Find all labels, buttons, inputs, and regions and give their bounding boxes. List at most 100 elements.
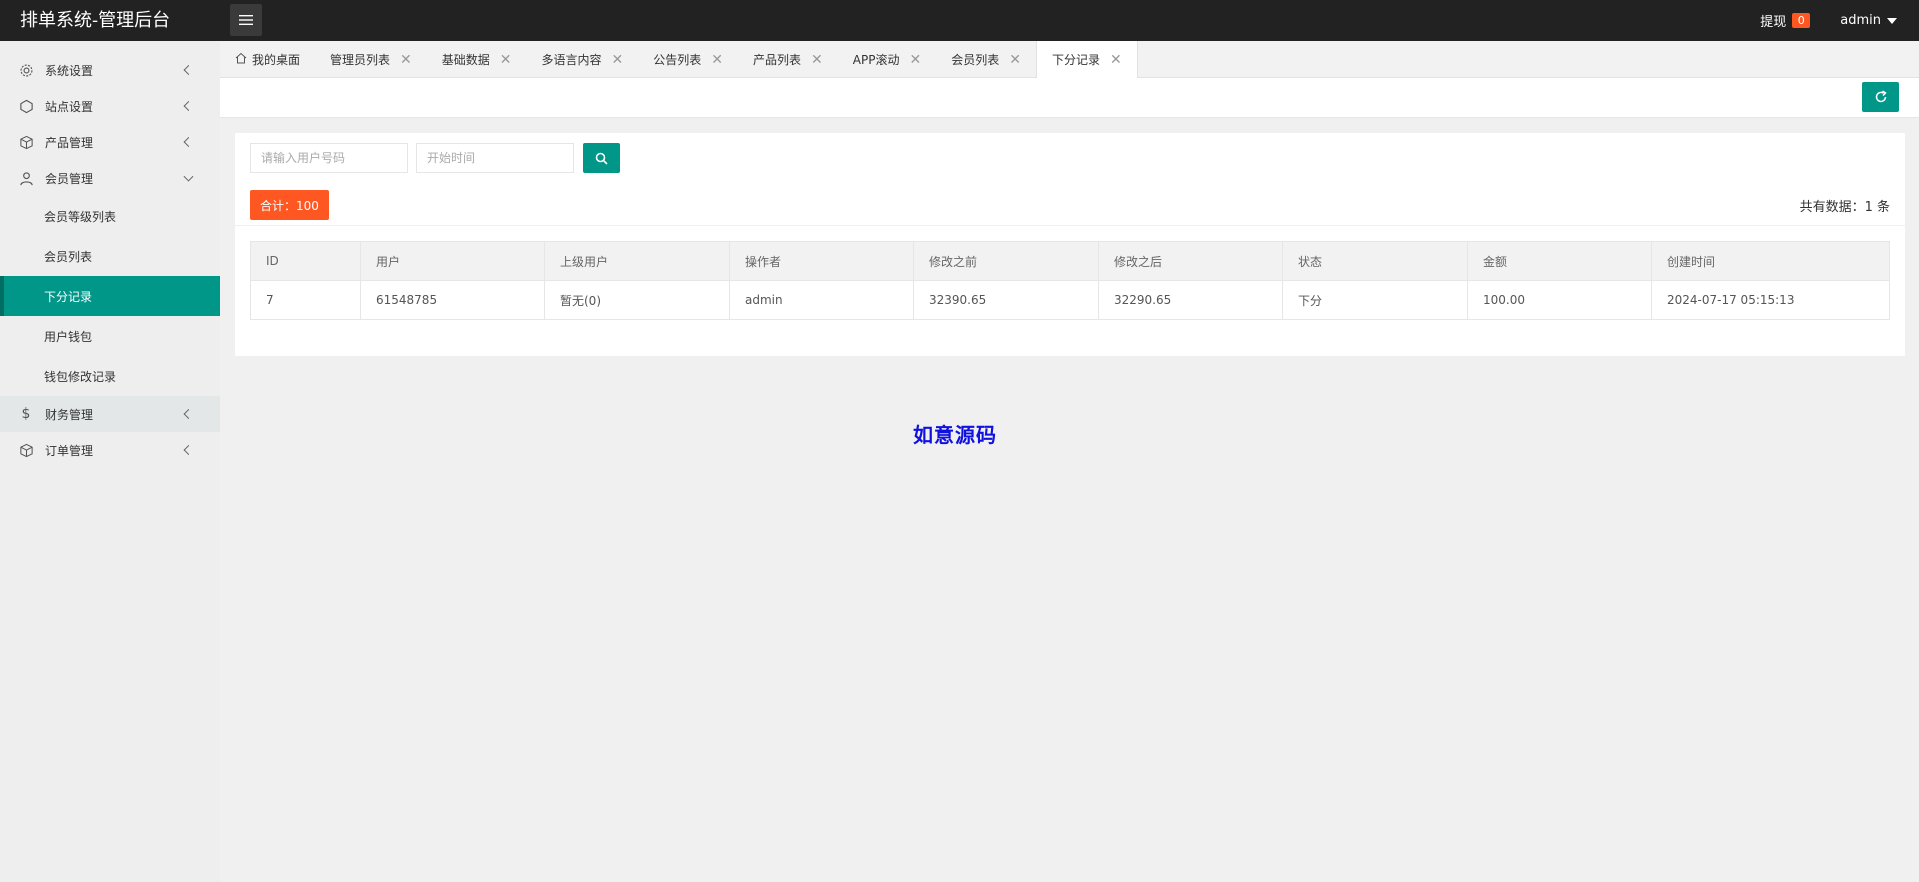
sidebar-item-product-management[interactable]: 产品管理: [0, 124, 220, 160]
sidebar-subitem-deduct-records[interactable]: 下分记录: [0, 276, 220, 316]
records-card: 合计：100 共有数据：1 条 ID 用户 上级用户 操作者 修改之前 修改之后…: [235, 133, 1905, 356]
sidebar-item-label: 产品管理: [45, 135, 94, 150]
cell-parent-user: 暂无(0): [544, 280, 730, 320]
cell-id: 7: [250, 280, 361, 320]
cell-user: 61548785: [360, 280, 545, 320]
cube-outline-icon: [18, 98, 34, 114]
chevron-left-icon: [183, 137, 194, 147]
gear-icon: [18, 62, 34, 78]
tab-announcement-list[interactable]: 公告列表 ✕: [638, 41, 738, 78]
user-number-input[interactable]: [250, 143, 408, 173]
close-icon[interactable]: ✕: [1110, 53, 1122, 67]
chevron-down-icon: [183, 171, 194, 182]
tab-label: 下分记录: [1051, 53, 1100, 67]
close-icon[interactable]: ✕: [909, 53, 921, 67]
refresh-icon: [1875, 90, 1887, 103]
search-icon: [595, 152, 608, 165]
top-header: 排单系统-管理后台 提现 0 admin: [0, 0, 1919, 41]
sidebar-item-label: 订单管理: [45, 443, 94, 458]
menu-toggle-button[interactable]: [230, 4, 262, 36]
sidebar-item-finance-management[interactable]: $ 财务管理: [0, 396, 220, 432]
tab-label: 基础数据: [441, 53, 490, 67]
sidebar-item-member-management[interactable]: 会员管理: [0, 160, 220, 196]
sidebar-subitem-wallet-change-log[interactable]: 钱包修改记录: [0, 356, 220, 396]
watermark-text: 如意源码: [913, 423, 997, 447]
column-header: 状态: [1282, 241, 1468, 281]
user-menu[interactable]: admin: [1840, 13, 1897, 28]
table-header-row: ID 用户 上级用户 操作者 修改之前 修改之后 状态 金额 创建时间: [250, 241, 1890, 281]
column-header: 用户: [360, 241, 545, 281]
tab-label: 多语言内容: [541, 53, 602, 67]
tab-admin-list[interactable]: 管理员列表 ✕: [315, 41, 427, 78]
sidebar-item-site-settings[interactable]: 站点设置: [0, 88, 220, 124]
sidebar-item-label: 财务管理: [45, 407, 94, 422]
sidebar-subitem-user-wallet[interactable]: 用户钱包: [0, 316, 220, 356]
close-icon[interactable]: ✕: [500, 53, 512, 67]
user-name: admin: [1840, 13, 1881, 28]
search-button[interactable]: [583, 143, 620, 173]
caret-down-icon: [1887, 17, 1897, 24]
withdraw-label: 提现: [1760, 15, 1787, 30]
chevron-left-icon: [183, 65, 194, 75]
tab-member-list[interactable]: 会员列表 ✕: [936, 41, 1036, 78]
table-row: 7 61548785 暂无(0) admin 32390.65 32290.65…: [250, 280, 1890, 320]
record-count: 共有数据：1 条: [1799, 200, 1890, 215]
chevron-left-icon: [183, 409, 194, 419]
close-icon[interactable]: ✕: [400, 53, 412, 67]
close-icon[interactable]: ✕: [612, 53, 624, 67]
column-header: 操作者: [729, 241, 914, 281]
tab-bar: 我的桌面 管理员列表 ✕ 基础数据 ✕ 多语言内容 ✕ 公告列表 ✕ 产品列表 ✕ APP…: [220, 41, 1919, 78]
tab-label: 会员列表: [951, 53, 1000, 67]
tab-label: 产品列表: [753, 53, 802, 67]
column-header: 修改之前: [913, 241, 1099, 281]
user-icon: [18, 170, 34, 186]
sidebar-item-label: 系统设置: [45, 63, 94, 78]
withdraw-link[interactable]: 提现 0: [1760, 11, 1811, 30]
records-table: ID 用户 上级用户 操作者 修改之前 修改之后 状态 金额 创建时间 7 61…: [250, 241, 1890, 320]
refresh-button[interactable]: [1862, 82, 1899, 112]
divider: [235, 225, 1905, 226]
cell-created-time: 2024-07-17 05:15:13: [1651, 280, 1890, 320]
tab-product-list[interactable]: 产品列表 ✕: [738, 41, 838, 78]
chevron-left-icon: [183, 445, 194, 455]
sidebar: 系统设置 站点设置 产品管理 会员管理 会员等级列表 会员列表 下分记录 用户钱…: [0, 41, 220, 882]
tab-my-desktop[interactable]: 我的桌面: [220, 41, 315, 78]
cell-amount: 100.00: [1467, 280, 1652, 320]
tab-basic-data[interactable]: 基础数据 ✕: [427, 41, 527, 78]
chevron-left-icon: [183, 101, 194, 111]
sidebar-subitem-member-levels[interactable]: 会员等级列表: [0, 196, 220, 236]
box-icon: [18, 442, 34, 458]
sidebar-item-label: 会员管理: [45, 171, 94, 186]
withdraw-count-badge: 0: [1792, 13, 1811, 28]
close-icon[interactable]: ✕: [711, 53, 723, 67]
app-title: 排单系统-管理后台: [20, 10, 171, 31]
tab-label: 管理员列表: [330, 53, 391, 67]
column-header: ID: [250, 241, 361, 281]
tab-label: 公告列表: [653, 53, 702, 67]
sidebar-item-order-management[interactable]: 订单管理: [0, 432, 220, 468]
column-header: 创建时间: [1651, 241, 1890, 281]
column-header: 金额: [1467, 241, 1652, 281]
tab-multilang-content[interactable]: 多语言内容 ✕: [527, 41, 639, 78]
tab-label: 我的桌面: [252, 53, 301, 67]
tab-deduct-records[interactable]: 下分记录 ✕: [1035, 41, 1138, 78]
tab-app-scroll[interactable]: APP滚动 ✕: [838, 41, 936, 78]
close-icon[interactable]: ✕: [1009, 53, 1021, 67]
cell-status: 下分: [1282, 280, 1468, 320]
content-toolbar: [220, 78, 1919, 118]
column-header: 修改之后: [1098, 241, 1283, 281]
sidebar-item-label: 站点设置: [45, 99, 94, 114]
cell-before: 32390.65: [913, 280, 1099, 320]
close-icon[interactable]: ✕: [811, 53, 823, 67]
column-header: 上级用户: [544, 241, 730, 281]
dollar-icon: $: [21, 406, 31, 422]
hamburger-icon: [239, 15, 253, 25]
total-badge: 合计：100: [250, 190, 329, 220]
cell-operator: admin: [729, 280, 914, 320]
home-icon: [235, 52, 247, 67]
start-time-input[interactable]: [416, 143, 574, 173]
box-icon: [18, 134, 34, 150]
cell-after: 32290.65: [1098, 280, 1283, 320]
sidebar-item-system-settings[interactable]: 系统设置: [0, 52, 220, 88]
sidebar-subitem-member-list[interactable]: 会员列表: [0, 236, 220, 276]
